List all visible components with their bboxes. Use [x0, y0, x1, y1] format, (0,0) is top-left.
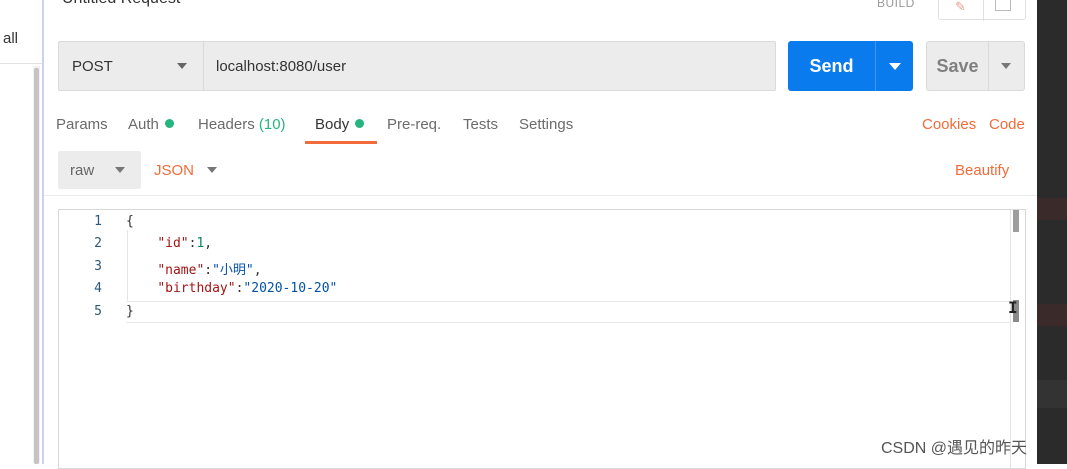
code-line: "name":"小明",	[126, 259, 262, 278]
tab-label: Auth	[128, 116, 159, 133]
chevron-down-icon	[889, 63, 901, 70]
json-key: "name"	[157, 263, 205, 278]
tab-count: (10)	[258, 116, 286, 133]
background-stripe	[1037, 304, 1067, 326]
url-value: localhost:8080/user	[216, 58, 347, 75]
background-window-edge	[1037, 0, 1067, 464]
line-number-gutter: 1 2 3 4 5	[59, 210, 115, 468]
json-key: "id"	[157, 236, 189, 251]
method-value: POST	[72, 58, 113, 75]
sidebar-divider	[0, 63, 42, 64]
divider	[44, 195, 1037, 196]
body-type-select[interactable]: raw	[58, 151, 141, 189]
status-dot-icon	[164, 119, 174, 128]
chevron-down-icon	[1001, 63, 1011, 69]
language-select[interactable]: JSON	[154, 162, 194, 179]
tab-pre-request[interactable]: Pre-req.	[387, 116, 441, 133]
watermark: CSDN @遇见的昨天	[881, 440, 1028, 457]
save-button[interactable]: Save	[926, 41, 988, 91]
json-value: "小明"	[212, 263, 254, 278]
chevron-down-icon[interactable]	[207, 167, 217, 173]
send-options-button[interactable]	[875, 41, 913, 91]
tab-label: Pre-req.	[387, 116, 442, 133]
line-number: 2	[94, 236, 102, 251]
code-link[interactable]: Code	[989, 116, 1025, 133]
build-label[interactable]: BUILD	[877, 0, 915, 10]
top-actions: ✎	[938, 0, 1026, 21]
tab-settings[interactable]: Settings	[519, 116, 573, 133]
active-tab-indicator	[305, 141, 377, 144]
current-line-highlight	[126, 301, 1010, 323]
tab-label: Tests	[463, 116, 499, 133]
sidebar-all-label[interactable]: all	[3, 30, 18, 47]
json-colon: :	[204, 263, 213, 278]
tab-label: Settings	[519, 116, 574, 133]
chevron-down-icon	[115, 167, 125, 173]
document-icon[interactable]	[995, 0, 1011, 11]
chevron-down-icon	[177, 63, 187, 69]
line-number: 4	[94, 281, 102, 296]
line-number: 3	[94, 259, 102, 274]
method-select[interactable]: POST	[58, 41, 203, 91]
line-number: 5	[94, 304, 102, 319]
beautify-link[interactable]: Beautify	[955, 162, 1009, 179]
background-stripe	[1037, 198, 1067, 220]
editor-scrollbar-thumb[interactable]	[1013, 210, 1019, 232]
tab-label: Body	[315, 116, 350, 133]
code-line: "birthday":"2020-10-20"	[126, 281, 337, 296]
editor-right-ruler	[1010, 210, 1011, 468]
line-number: 1	[94, 214, 102, 229]
tab-label: Params	[56, 116, 108, 133]
brace-open: {	[126, 214, 134, 229]
code-line: "id":1,	[126, 236, 212, 251]
brace-close: }	[126, 304, 134, 319]
request-title[interactable]: Untitled Request	[62, 0, 180, 8]
tab-params[interactable]: Params	[56, 116, 108, 133]
tab-headers[interactable]: Headers (10)	[198, 116, 286, 133]
code-editor[interactable]: 1 2 3 4 5 { "id":1, "name":"小明", "birthd…	[58, 209, 1026, 469]
tab-body[interactable]: Body	[315, 116, 365, 133]
code-line: {	[126, 214, 134, 229]
body-type-value: raw	[70, 162, 95, 179]
text-cursor-icon: I	[1008, 298, 1018, 317]
sidebar-pane: all	[0, 0, 44, 464]
background-stripe	[1037, 380, 1067, 408]
code-line: }	[126, 304, 134, 319]
pencil-icon[interactable]: ✎	[955, 0, 966, 15]
tab-label: Headers	[198, 116, 255, 133]
send-button[interactable]: Send	[788, 41, 875, 91]
json-key: "birthday"	[157, 281, 236, 296]
tab-tests[interactable]: Tests	[463, 116, 498, 133]
url-input[interactable]: localhost:8080/user	[203, 41, 776, 91]
json-value: "2020-10-20"	[243, 281, 338, 296]
save-options-button[interactable]	[988, 41, 1025, 91]
status-dot-icon	[355, 119, 365, 128]
json-comma: ,	[253, 263, 262, 278]
top-actions-divider	[983, 0, 984, 21]
tab-auth[interactable]: Auth	[128, 116, 174, 133]
json-comma: ,	[204, 236, 213, 251]
sidebar-scrollbar-thumb[interactable]	[34, 68, 39, 464]
cookies-link[interactable]: Cookies	[922, 116, 976, 133]
